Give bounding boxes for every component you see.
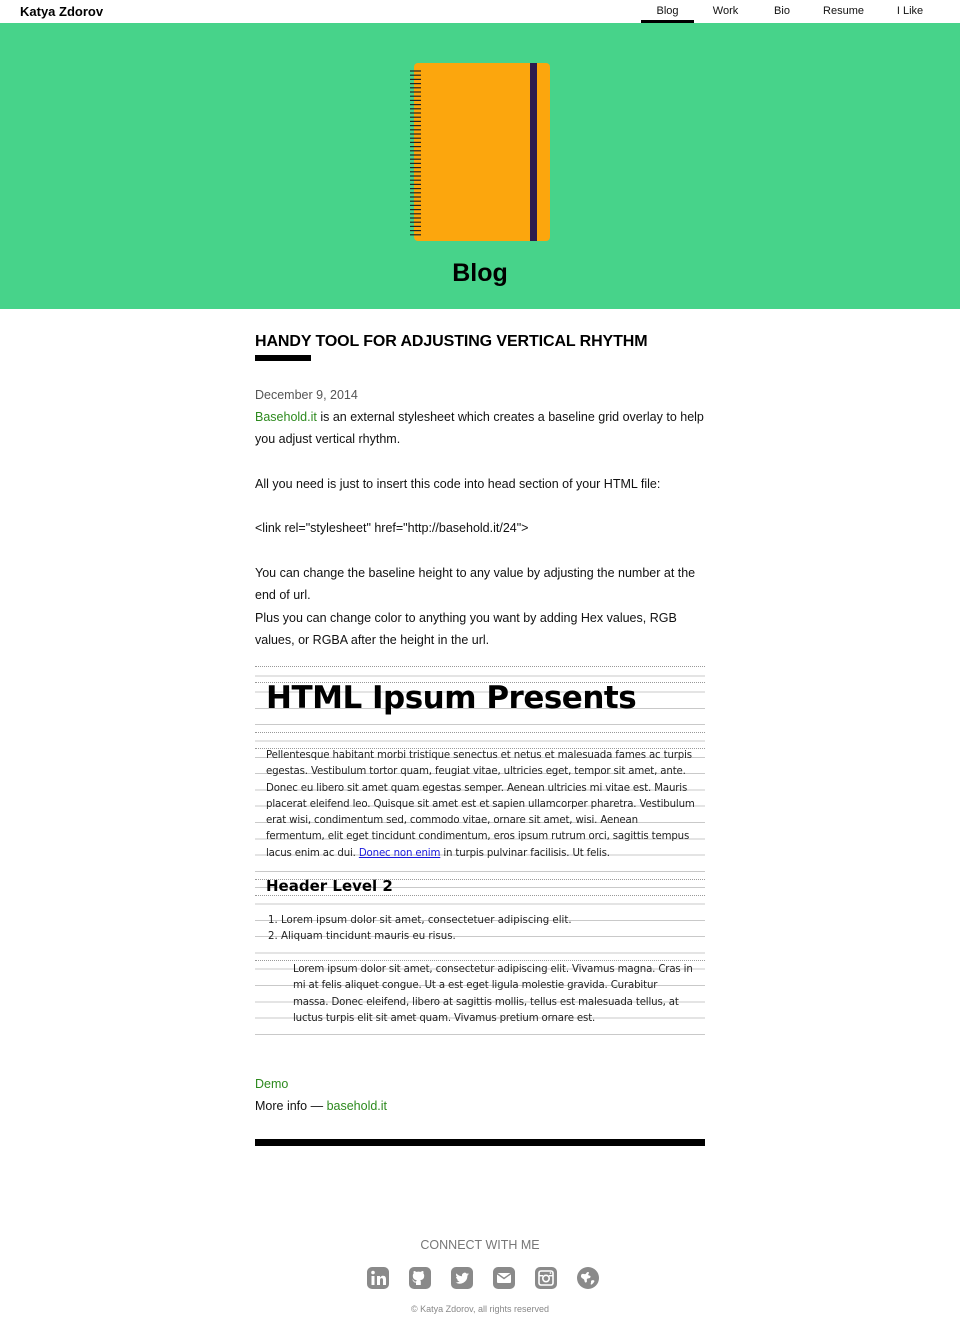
demo-link-button[interactable]: Demo — [255, 1077, 288, 1091]
post-title[interactable]: HANDY TOOL FOR ADJUSTING VERTICAL RHYTHM — [255, 330, 705, 354]
title-underline — [255, 355, 311, 361]
post-paragraph: Plus you can change color to anything yo… — [255, 610, 677, 647]
blog-post: HANDY TOOL FOR ADJUSTING VERTICAL RHYTHM… — [255, 330, 705, 651]
post-paragraph: All you need is just to insert this code… — [255, 476, 661, 491]
intro-text: is an external stylesheet which creates … — [255, 410, 704, 447]
hero-banner: Blog — [0, 23, 960, 309]
instagram-icon[interactable] — [534, 1266, 558, 1290]
top-navbar: Katya Zdorov Blog Work Bio Resume I Like — [0, 0, 960, 23]
page-title: Blog — [452, 259, 508, 287]
globe-icon[interactable] — [576, 1266, 600, 1290]
notebook-icon — [410, 63, 550, 241]
demo-screenshot: HTML Ipsum Presents Pellentesque habitan… — [255, 660, 705, 1050]
baseline-guide — [255, 879, 705, 880]
post-intro: Basehold.it is an external stylesheet wh… — [255, 406, 705, 451]
site-brand[interactable]: Katya Zdorov — [20, 4, 103, 19]
email-icon[interactable] — [492, 1266, 516, 1290]
demo-paragraph: Pellentesque habitant morbi tristique se… — [266, 750, 695, 859]
demo-link: Donec non enim — [358, 847, 441, 859]
copyright-text: © Katya Zdorov, all rights reserved — [410, 1304, 550, 1314]
list-item: Lorem ipsum dolor sit amet, consectetuer… — [281, 913, 572, 929]
connect-heading: CONNECT WITH ME — [420, 1238, 540, 1252]
github-icon[interactable] — [408, 1266, 432, 1290]
post-links: Demo More info — basehold.it — [255, 1073, 705, 1118]
baseline-guide — [255, 732, 705, 733]
social-links — [366, 1266, 618, 1290]
baseline-guide — [255, 748, 705, 749]
baseline-guide — [255, 960, 705, 961]
nav-item-resume[interactable]: Resume — [807, 0, 880, 23]
post-paragraph: You can change the baseline height to an… — [255, 566, 696, 603]
nav-item-work[interactable]: Work — [694, 0, 757, 23]
more-info-link[interactable]: basehold.it — [327, 1099, 387, 1113]
post-divider — [255, 1139, 705, 1146]
nav-item-i-like[interactable]: I Like — [880, 0, 940, 23]
nav-item-blog[interactable]: Blog — [641, 0, 694, 23]
nav-item-bio[interactable]: Bio — [757, 0, 807, 23]
demo-blockquote: Lorem ipsum dolor sit amet, consectetur … — [293, 964, 693, 1024]
main-nav: Blog Work Bio Resume I Like — [641, 0, 940, 23]
linkedin-icon[interactable] — [366, 1266, 390, 1290]
more-info: More info — basehold.it — [255, 1099, 388, 1114]
demo-heading: HTML Ipsum Presents — [266, 680, 637, 716]
list-item: Aliquam tincidunt mauris eu risus. — [281, 929, 572, 945]
basehold-link[interactable]: Basehold.it — [255, 410, 317, 424]
baseline-guide — [255, 895, 705, 896]
twitter-icon[interactable] — [450, 1266, 474, 1290]
baseline-guide — [255, 666, 705, 667]
post-date: December 9, 2014 — [255, 388, 358, 402]
demo-list: Lorem ipsum dolor sit amet, consectetuer… — [281, 913, 572, 946]
code-snippet: <link rel="stylesheet" href="http://base… — [255, 521, 529, 536]
baseline-guide — [255, 682, 705, 683]
